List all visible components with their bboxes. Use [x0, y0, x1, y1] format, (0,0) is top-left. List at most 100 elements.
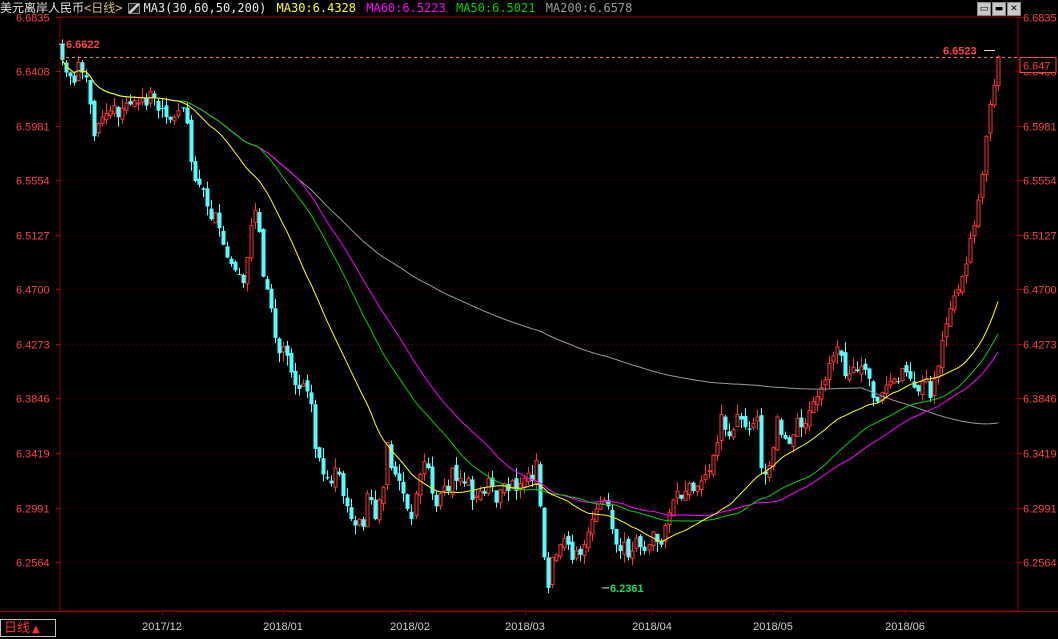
y-tick-label-left: 6.5981 [16, 122, 50, 134]
candle-body [397, 473, 402, 481]
candle-body [329, 480, 334, 484]
candle-body [884, 384, 889, 394]
candle-body [956, 288, 961, 294]
candle-body [574, 550, 579, 559]
candle-body [976, 199, 981, 227]
candle-body [96, 123, 101, 134]
last-close-label: 6.6523 [943, 46, 977, 58]
y-tick-label-right: 6.5981 [1023, 122, 1057, 134]
candle-body [120, 107, 125, 120]
candle-body [888, 380, 893, 386]
candle-body [739, 415, 744, 420]
candle-body [626, 538, 631, 558]
candle-body [369, 496, 374, 500]
candle-body [164, 105, 169, 118]
candle-body [562, 537, 567, 549]
candle-body [438, 493, 443, 507]
candle-body [671, 499, 676, 517]
y-tick-label-right: 6.3419 [1023, 449, 1057, 461]
restore-icon[interactable]: ▭ [977, 2, 991, 16]
candle-body [550, 556, 555, 586]
candle-body [422, 461, 427, 475]
candle-body [454, 464, 459, 481]
candle-body [843, 352, 848, 377]
period-tab[interactable]: 日线 ▲ [0, 619, 56, 637]
candle-body [217, 212, 222, 229]
candle-body [578, 548, 583, 555]
candle-body [771, 447, 776, 467]
x-tick-label: 2018/04 [632, 621, 672, 633]
candle-body [273, 308, 278, 338]
candle-body [747, 428, 752, 430]
candle-body [980, 174, 985, 199]
x-tick-label: 2018/01 [263, 621, 303, 633]
candle-body [241, 274, 246, 284]
y-tick-label-left: 6.3419 [16, 449, 50, 461]
candle-body [176, 110, 181, 117]
candle-body [928, 381, 933, 398]
candle-body [687, 482, 692, 496]
candle-body [863, 363, 868, 370]
candle-body [719, 413, 724, 441]
candle-body [498, 489, 503, 504]
candle-body [586, 531, 591, 549]
candle-body [197, 178, 202, 185]
candle-body [622, 541, 627, 555]
y-tick-label-right: 6.3846 [1023, 394, 1057, 406]
indicator-icon[interactable] [128, 3, 141, 14]
candle-body [466, 477, 471, 486]
candle-body [964, 263, 969, 277]
candle-body [333, 467, 338, 488]
candle-body [751, 422, 756, 428]
candle-body [112, 105, 117, 114]
candle-body [193, 161, 198, 181]
candle-body [381, 486, 386, 505]
candle-body [393, 466, 398, 475]
candle-body [679, 494, 684, 499]
candle-body [353, 520, 358, 526]
candle-body [249, 225, 254, 259]
y-tick-label-left: 6.6408 [16, 67, 50, 79]
candle-body [92, 100, 97, 137]
ma60-label: MA60:6.5223 [366, 1, 446, 15]
candle-body [209, 208, 214, 220]
candle-body [434, 494, 439, 507]
candle-body [337, 471, 342, 475]
candle-body [831, 355, 836, 363]
candle-body [972, 225, 977, 237]
close-icon[interactable]: ✕ [1007, 2, 1021, 16]
candle-body [638, 536, 643, 548]
candle-body [932, 378, 937, 397]
period-tab-label: 日线 [4, 621, 31, 636]
candle-body [795, 417, 800, 437]
candle-body [409, 511, 414, 520]
minimize-icon[interactable]: ▬ [992, 2, 1006, 16]
candle-body [968, 237, 973, 263]
candle-body [418, 473, 423, 496]
candle-body [614, 528, 619, 545]
candle-body [735, 413, 740, 428]
candle-body [683, 490, 688, 501]
candle-body [181, 107, 186, 109]
candle-body [851, 366, 856, 373]
candle-body [570, 541, 575, 560]
ma3-label: MA3(30,60,50,200) [143, 1, 267, 15]
period-tag[interactable]: <日线> [84, 1, 122, 15]
candle-body [590, 518, 595, 535]
candle-body [871, 381, 876, 398]
candle-body [341, 473, 346, 497]
candle-body [896, 381, 901, 383]
candle-body [313, 404, 318, 449]
candle-body [309, 392, 314, 405]
candle-body [807, 410, 812, 427]
candle-body [827, 362, 832, 380]
x-tick-label: 2018/03 [505, 621, 545, 633]
chart-header: 美元离岸人民币<日线> MA3(30,60,50,200) MA30:6.4328… [0, 0, 1000, 17]
candle-body [297, 384, 302, 389]
candlestick-chart[interactable]: 6.68356.68356.64086.64086.59816.59816.55… [0, 0, 1058, 637]
candle-body [534, 459, 539, 485]
candle-body [293, 370, 298, 386]
candle-body [835, 346, 840, 355]
ma30-label: MA30:6.4328 [276, 1, 357, 15]
candle-body [317, 447, 322, 458]
